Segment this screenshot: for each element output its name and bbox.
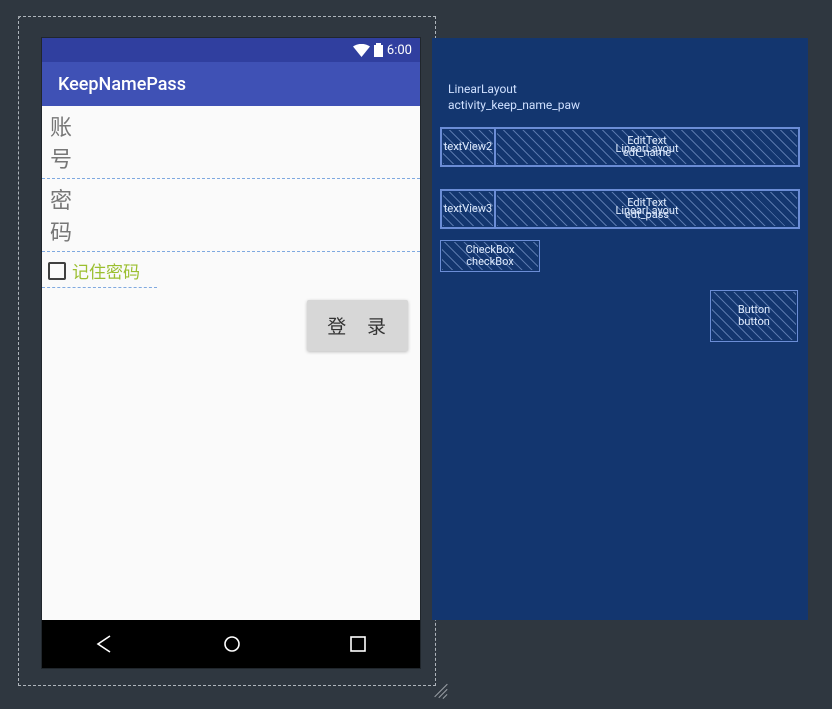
bp-edt-pass[interactable]: EditText LinearLayout edt_pass: [495, 190, 799, 228]
navigation-bar: [42, 620, 420, 668]
bp-root-id: activity_keep_name_paw: [448, 98, 580, 114]
status-bar: 6:00: [42, 38, 420, 62]
password-input[interactable]: [110, 195, 412, 235]
wifi-icon: [353, 44, 370, 57]
bp-row-username[interactable]: textView2 EditText LinearLayout edt_name: [440, 127, 800, 167]
nav-back-icon[interactable]: [95, 634, 115, 654]
nav-home-icon[interactable]: [222, 634, 242, 654]
bp-textview2[interactable]: textView2: [441, 128, 495, 166]
bp-root-type: LinearLayout: [448, 82, 580, 98]
bp-row-password[interactable]: textView3 EditText LinearLayout edt_pass: [440, 189, 800, 229]
remember-label: 记住密码: [72, 258, 140, 283]
bp-button[interactable]: Button button: [710, 290, 798, 342]
device-preview: 6:00 KeepNamePass 账 号 密 码 记住密码 登 录: [42, 38, 420, 668]
username-input[interactable]: [110, 122, 412, 162]
battery-icon: [374, 43, 383, 57]
login-button[interactable]: 登 录: [307, 300, 408, 351]
username-row: 账 号: [42, 106, 420, 179]
bp-textview3[interactable]: textView3: [441, 190, 495, 228]
bp-checkbox[interactable]: CheckBox checkBox: [440, 240, 540, 272]
app-bar: KeepNamePass: [42, 62, 420, 106]
blueprint-panel: LinearLayout activity_keep_name_paw text…: [432, 38, 808, 620]
nav-recent-icon[interactable]: [349, 635, 367, 653]
password-label: 密 码: [50, 183, 110, 247]
password-row: 密 码: [42, 179, 420, 252]
resize-handle[interactable]: [432, 682, 450, 700]
app-title: KeepNamePass: [58, 74, 186, 95]
status-time: 6:00: [387, 43, 412, 58]
remember-checkbox[interactable]: 记住密码: [42, 252, 157, 288]
checkbox-box-icon: [48, 262, 66, 280]
username-label: 账 号: [50, 110, 110, 174]
bp-edt-name[interactable]: EditText LinearLayout edt_name: [495, 128, 799, 166]
bp-root-label[interactable]: LinearLayout activity_keep_name_paw: [448, 82, 580, 113]
content-area: 账 号 密 码 记住密码 登 录: [42, 106, 420, 620]
